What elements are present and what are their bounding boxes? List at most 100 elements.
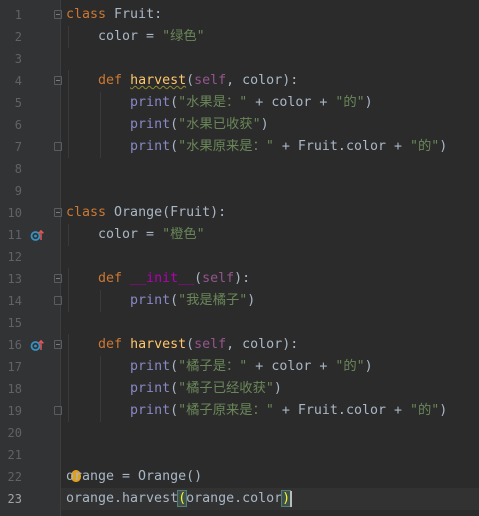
code-text[interactable]: def harvest(self, color): (66, 334, 298, 356)
indent-guide (100, 136, 101, 158)
code-line[interactable]: 7 print("水果原来是：" + Fruit.color + "的") (15, 136, 479, 158)
code-token: ) (281, 490, 292, 507)
line-number[interactable]: 9 (0, 180, 22, 202)
code-line[interactable]: 2 color = "绿色" (15, 26, 479, 48)
line-number[interactable]: 21 (0, 444, 22, 466)
line-number[interactable]: 14 (0, 290, 22, 312)
indent-guide (68, 356, 69, 378)
code-line[interactable]: 6 print("水果已收获") (15, 114, 479, 136)
line-number[interactable]: 13 (0, 268, 22, 290)
code-text[interactable]: class Orange(Fruit): (66, 202, 226, 224)
code-line[interactable]: 22 orange = Orange() (8, 466, 479, 488)
fold-collapse-icon[interactable] (54, 76, 62, 85)
code-token: , color): (226, 337, 299, 352)
code-line[interactable]: 23 orange.harvest(orange.color) (8, 488, 479, 510)
code-text[interactable]: print("水果原来是：" + Fruit.color + "的") (66, 136, 447, 158)
code-area[interactable]: 1 class Fruit: 2 color = "绿色" 3 4 def harves… (8, 4, 479, 510)
code-line[interactable]: 10 class Orange(Fruit): (8, 202, 479, 224)
line-number[interactable]: 8 (0, 158, 22, 180)
code-token: print (130, 359, 171, 374)
code-token: , color): (226, 73, 299, 88)
code-line[interactable]: 21 (8, 444, 479, 466)
override-method-icon[interactable] (30, 228, 44, 242)
line-number[interactable]: 5 (0, 92, 22, 114)
code-line[interactable]: 13 def __init__(self): (8, 268, 479, 290)
code-line[interactable]: 3 (15, 48, 479, 70)
fold-collapse-icon[interactable] (54, 274, 62, 283)
code-line[interactable]: 12 (8, 246, 479, 268)
code-token: "水果已收获" (178, 117, 261, 132)
indent-guide (68, 224, 69, 246)
code-text[interactable]: print("橘子是：" + color + "的") (66, 356, 373, 378)
line-number[interactable]: 16 (0, 334, 22, 356)
override-method-icon[interactable] (30, 338, 44, 352)
line-number[interactable]: 22 (0, 466, 22, 488)
code-editor[interactable]: 1 class Fruit: 2 color = "绿色" 3 4 def harves… (0, 0, 479, 516)
code-line[interactable]: 17 print("橘子是：" + color + "的") (8, 356, 479, 378)
code-token: + color + (247, 359, 336, 374)
code-line[interactable]: 15 (8, 312, 479, 334)
line-number[interactable]: 18 (0, 378, 22, 400)
code-line[interactable]: 8 (15, 158, 479, 180)
code-token: Orange(Fruit): (114, 205, 227, 220)
fold-end-icon[interactable] (54, 296, 62, 305)
code-text[interactable]: orange = Orange() (66, 466, 202, 488)
code-line[interactable]: 5 print("水果是：" + color + "的") (15, 92, 479, 114)
indent-guide (100, 290, 101, 312)
code-text[interactable]: print("橘子已经收获") (66, 378, 282, 400)
line-number[interactable]: 19 (0, 400, 22, 422)
code-text[interactable]: orange.harvest(orange.color) (66, 488, 292, 510)
code-text[interactable]: print("水果已收获") (66, 114, 269, 136)
line-number[interactable]: 1 (0, 4, 22, 26)
indent-guide (100, 92, 101, 114)
code-line[interactable]: 9 (15, 180, 479, 202)
code-line[interactable]: 16 def harvest(self, color): (8, 334, 479, 356)
code-token: ) (364, 95, 373, 110)
code-text[interactable]: color = "绿色" (66, 26, 205, 48)
code-line[interactable]: 4 def harvest(self, color): (15, 70, 479, 92)
code-text[interactable]: print("橘子原来是：" + Fruit.color + "的") (66, 400, 447, 422)
code-token: self (194, 337, 227, 352)
line-number[interactable]: 23 (0, 488, 22, 510)
indent-guide (68, 92, 69, 114)
code-token: "橘子原来是：" (178, 403, 274, 418)
indent-guide (68, 378, 69, 400)
line-number[interactable]: 6 (0, 114, 22, 136)
code-line[interactable]: 14 print("我是橘子") (8, 290, 479, 312)
fold-collapse-icon[interactable] (54, 340, 62, 349)
code-token: "的" (409, 139, 440, 154)
code-text[interactable]: def harvest(self, color): (66, 70, 298, 92)
line-number[interactable]: 3 (0, 48, 22, 70)
line-number[interactable]: 7 (0, 136, 22, 158)
code-text[interactable]: print("我是橘子") (66, 290, 255, 312)
code-text[interactable]: color = "橙色" (66, 224, 205, 246)
fold-collapse-icon[interactable] (54, 208, 62, 217)
code-line[interactable]: 1 class Fruit: (15, 4, 479, 26)
code-line[interactable]: 18 print("橘子已经收获") (8, 378, 479, 400)
fold-end-icon[interactable] (54, 142, 62, 151)
line-number[interactable]: 10 (0, 202, 22, 224)
code-token: harvest (130, 73, 187, 88)
code-text[interactable]: print("水果是：" + color + "的") (66, 92, 373, 114)
line-number[interactable]: 4 (0, 70, 22, 92)
fold-collapse-icon[interactable] (54, 10, 62, 19)
line-number[interactable]: 11 (0, 224, 22, 246)
line-number[interactable]: 15 (0, 312, 22, 334)
line-number[interactable]: 20 (0, 422, 22, 444)
code-text[interactable]: class Fruit: (66, 4, 162, 26)
code-line[interactable]: 20 (8, 422, 479, 444)
code-line[interactable]: 11 color = "橙色" (8, 224, 479, 246)
code-token: self (194, 73, 227, 88)
line-number[interactable]: 2 (0, 26, 22, 48)
line-number[interactable]: 17 (0, 356, 22, 378)
code-token: ) (439, 139, 448, 154)
code-token: "的" (409, 403, 440, 418)
code-text[interactable]: def __init__(self): (66, 268, 250, 290)
fold-end-icon[interactable] (54, 406, 62, 415)
line-number[interactable]: 12 (0, 246, 22, 268)
code-line[interactable]: 19 print("橘子原来是：" + Fruit.color + "的") (8, 400, 479, 422)
